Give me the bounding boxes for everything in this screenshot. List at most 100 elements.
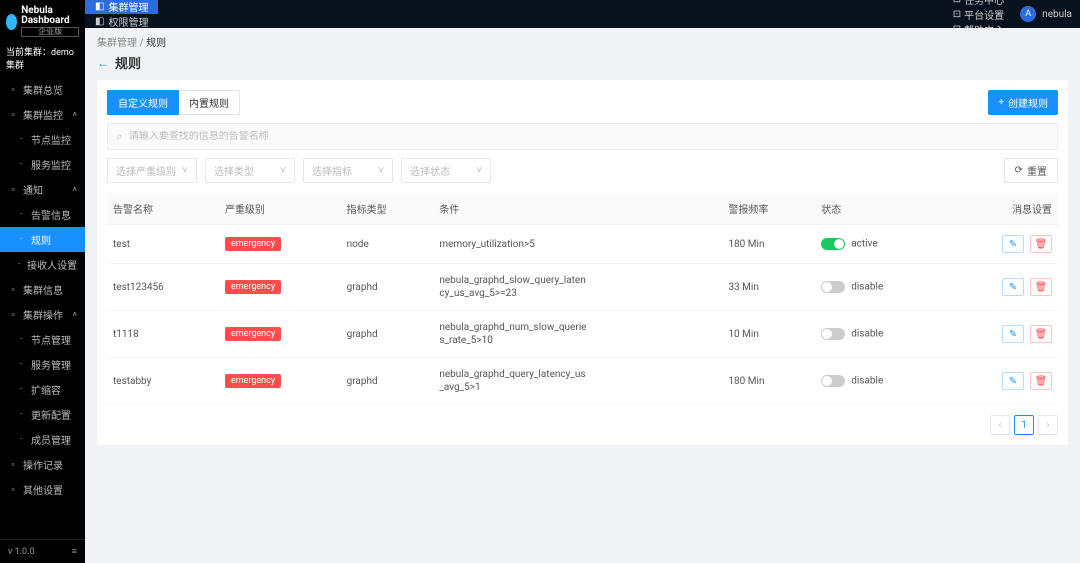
filter-status[interactable]: 选择状态˅: [401, 158, 491, 183]
table-row: testabbyemergencygraphdnebula_graphd_que…: [107, 358, 1058, 405]
cell-actions: ✎🗑: [947, 311, 1058, 358]
brand: Nebula Dashboard 企业版: [0, 0, 85, 39]
dot-icon: ·: [16, 435, 26, 445]
dot-icon: ·: [16, 260, 22, 270]
page-next-button[interactable]: ›: [1038, 415, 1058, 435]
nav-item-规则[interactable]: ·规则: [0, 227, 85, 252]
severity-tag: emergency: [225, 237, 281, 251]
chevron-down-icon: ˅: [378, 165, 384, 176]
cell-name: test123456: [107, 264, 219, 311]
top-tab-权限管理[interactable]: ◧权限管理: [85, 14, 158, 29]
cell-freq: 10 Min: [722, 311, 815, 358]
nav-group-集群信息[interactable]: ▫集群信息: [0, 277, 85, 302]
reset-filters-button[interactable]: ⟳重置: [1004, 158, 1058, 183]
table-row: testemergencynodememory_utilization>5180…: [107, 225, 1058, 264]
chevron-down-icon: ˅: [280, 165, 286, 176]
nav-group-集群操作[interactable]: ▫集群操作˄: [0, 302, 85, 327]
cell-condition: nebula_graphd_num_slow_queries_rate_5>10: [433, 311, 722, 358]
tab-custom-rules[interactable]: 自定义规则: [107, 90, 179, 115]
chevron-icon: ˄: [72, 110, 77, 119]
col-severity: 严重级别: [219, 193, 341, 225]
nav: ▫集群总览▫集群监控˄·节点监控·服务监控▫通知˄·告警信息·规则·接收人设置▫…: [0, 77, 85, 539]
page-number[interactable]: 1: [1014, 415, 1034, 435]
col-status: 状态: [815, 193, 947, 225]
info-icon: ▫: [8, 284, 18, 295]
dot-icon: ·: [16, 385, 26, 395]
nav-item-接收人设置[interactable]: ·接收人设置: [0, 252, 85, 277]
status-toggle[interactable]: [821, 238, 845, 250]
status-toggle[interactable]: [821, 281, 845, 293]
nav-group-集群总览[interactable]: ▫集群总览: [0, 77, 85, 102]
dot-icon: ·: [16, 160, 26, 170]
col-condition: 条件: [433, 193, 722, 225]
nav-item-服务监控[interactable]: ·服务监控: [0, 152, 85, 177]
cell-freq: 180 Min: [722, 225, 815, 264]
delete-button[interactable]: 🗑: [1030, 325, 1052, 343]
create-rule-button[interactable]: + 创建规则: [988, 90, 1058, 115]
monitor-icon: ▫: [8, 109, 18, 120]
chevron-icon: ˄: [72, 185, 77, 194]
cell-status: disable: [815, 264, 947, 311]
severity-tag: emergency: [225, 327, 281, 341]
nav-group-操作记录[interactable]: ▫操作记录: [0, 452, 85, 477]
nav-item-节点管理[interactable]: ·节点管理: [0, 327, 85, 352]
nav-group-集群监控[interactable]: ▫集群监控˄: [0, 102, 85, 127]
dot-icon: ·: [16, 135, 26, 145]
cell-severity: emergency: [219, 264, 341, 311]
top-tab-集群管理[interactable]: ◧集群管理: [85, 0, 158, 14]
topbar: ◧集群管理◧权限管理 ⊡任务中心⊡平台设置⊡帮助中心 A nebula: [85, 0, 1080, 28]
nav-group-其他设置[interactable]: ▫其他设置: [0, 477, 85, 502]
nav-item-成员管理[interactable]: ·成员管理: [0, 427, 85, 452]
sidebar-footer: v 1.0.0 ≡: [0, 539, 85, 563]
filter-severity[interactable]: 选择严重级别˅: [107, 158, 197, 183]
edit-button[interactable]: ✎: [1002, 372, 1024, 390]
col-name: 告警名称: [107, 193, 219, 225]
edit-icon: ✎: [1009, 376, 1017, 387]
current-cluster: 当前集群：demo集群: [0, 39, 85, 77]
dot-icon: ·: [16, 410, 26, 420]
edit-button[interactable]: ✎: [1002, 235, 1024, 253]
brand-title: Nebula Dashboard: [21, 6, 79, 26]
bell-icon: ▫: [8, 184, 18, 195]
page-title: 规则: [115, 53, 141, 72]
top-item-平台设置[interactable]: ⊡平台设置: [945, 7, 1012, 22]
status-toggle[interactable]: [821, 375, 845, 387]
nav-group-通知[interactable]: ▫通知˄: [0, 177, 85, 202]
chevron-icon: ˄: [72, 310, 77, 319]
edit-icon: ✎: [1009, 329, 1017, 340]
user-name: nebula: [1042, 9, 1072, 20]
rules-panel: 自定义规则 内置规则 + 创建规则 ⌕ 选择严重级别˅ 选择类型˅ 选择指标˅ …: [97, 80, 1068, 445]
tab-builtin-rules[interactable]: 内置规则: [179, 90, 240, 115]
delete-button[interactable]: 🗑: [1030, 278, 1052, 296]
edit-button[interactable]: ✎: [1002, 325, 1024, 343]
tasks-icon: ⊡: [953, 0, 961, 5]
search-icon: ⌕: [116, 129, 123, 144]
delete-button[interactable]: 🗑: [1030, 372, 1052, 390]
nav-item-更新配置[interactable]: ·更新配置: [0, 402, 85, 427]
cell-name: t1118: [107, 311, 219, 358]
cluster-icon: ◧: [95, 1, 104, 12]
page-prev-button[interactable]: ‹: [990, 415, 1010, 435]
nav-item-扩缩容[interactable]: ·扩缩容: [0, 377, 85, 402]
severity-tag: emergency: [225, 374, 281, 388]
cell-status: active: [815, 225, 947, 264]
filter-type[interactable]: 选择类型˅: [205, 158, 295, 183]
collapse-sidebar-icon[interactable]: ≡: [72, 546, 77, 557]
cell-condition: nebula_graphd_query_latency_us_avg_5>1: [433, 358, 722, 405]
back-button[interactable]: ←: [97, 56, 109, 70]
nav-item-服务管理[interactable]: ·服务管理: [0, 352, 85, 377]
overview-icon: ▫: [8, 84, 18, 95]
nav-item-告警信息[interactable]: ·告警信息: [0, 202, 85, 227]
cell-actions: ✎🗑: [947, 225, 1058, 264]
severity-tag: emergency: [225, 280, 281, 294]
nav-item-节点监控[interactable]: ·节点监控: [0, 127, 85, 152]
cell-severity: emergency: [219, 358, 341, 405]
delete-button[interactable]: 🗑: [1030, 235, 1052, 253]
user-menu[interactable]: A nebula: [1012, 6, 1080, 22]
version-label: v 1.0.0: [8, 547, 35, 557]
edit-button[interactable]: ✎: [1002, 278, 1024, 296]
status-toggle[interactable]: [821, 328, 845, 340]
cell-metric-type: node: [341, 225, 434, 264]
search-input[interactable]: [129, 131, 1049, 142]
filter-metric[interactable]: 选择指标˅: [303, 158, 393, 183]
